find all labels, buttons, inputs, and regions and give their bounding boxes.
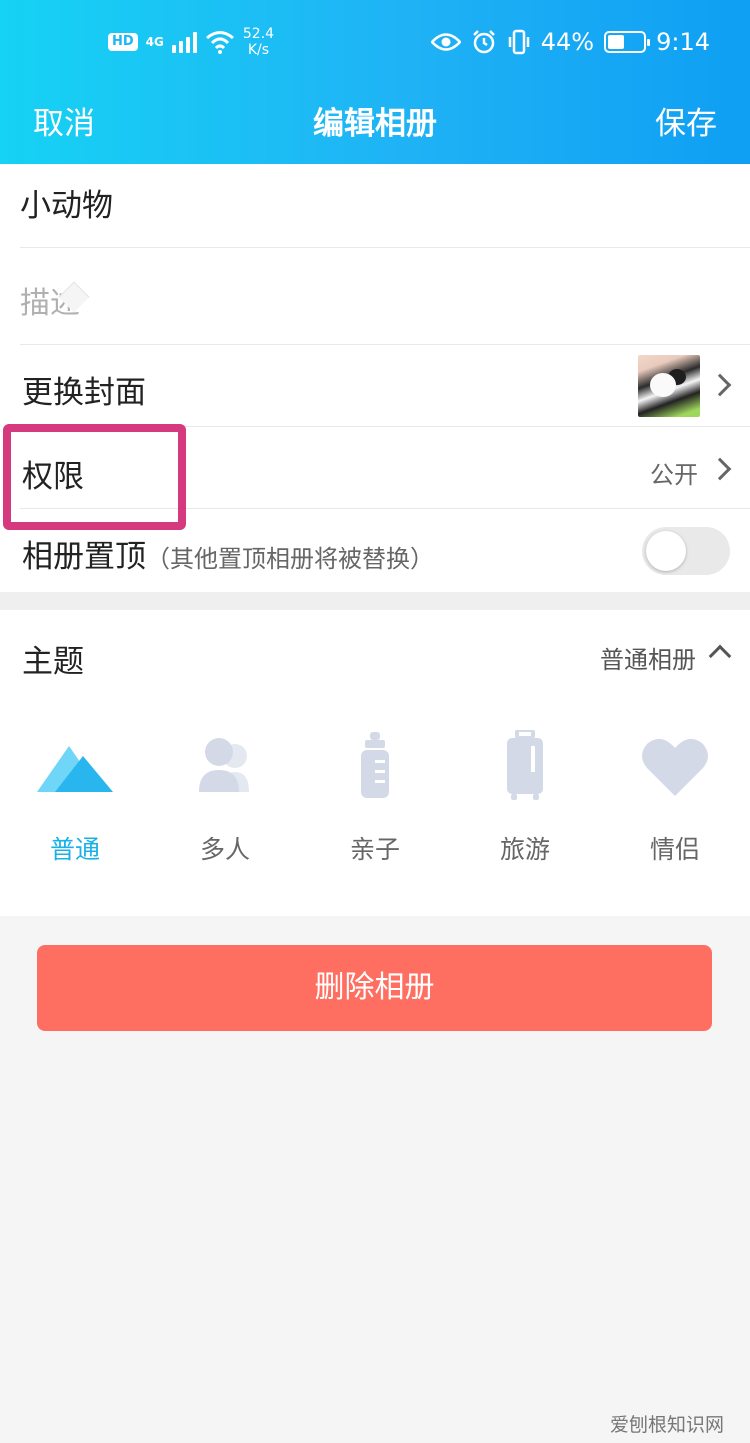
album-name-row bbox=[0, 164, 750, 248]
network-type: 4G bbox=[145, 35, 164, 49]
hd-badge: HD bbox=[108, 33, 138, 51]
theme-option-group[interactable]: 多人 bbox=[150, 730, 300, 866]
vibrate-icon bbox=[508, 29, 529, 55]
delete-album-button[interactable]: 删除相册 bbox=[37, 945, 712, 1031]
baby-bottle-icon bbox=[361, 732, 389, 798]
section-gap bbox=[0, 592, 750, 610]
chevron-right-icon bbox=[708, 457, 732, 481]
theme-option-normal[interactable]: 普通 bbox=[0, 730, 150, 866]
theme-name: 亲子 bbox=[349, 835, 400, 864]
cover-thumbnail bbox=[638, 355, 700, 417]
pin-label-group: 相册置顶（其他置顶相册将被替换） bbox=[22, 531, 434, 576]
status-bar-left: HD 4G 52.4 K/s bbox=[108, 26, 274, 58]
theme-name: 普通 bbox=[49, 835, 100, 864]
alarm-icon bbox=[472, 30, 495, 54]
cover-row[interactable]: 更换封面 bbox=[0, 345, 750, 427]
battery-percent: 44% bbox=[540, 28, 595, 56]
theme-option-travel[interactable]: 旅游 bbox=[450, 730, 600, 866]
eye-icon bbox=[430, 33, 461, 51]
description-row[interactable]: 描述 bbox=[0, 248, 750, 345]
page-title: 编辑相册 bbox=[313, 106, 437, 142]
theme-name: 情侣 bbox=[649, 835, 700, 864]
network-speed: 52.4 K/s bbox=[243, 26, 274, 58]
toggle-knob bbox=[646, 531, 686, 571]
speed-value: 52.4 bbox=[242, 26, 275, 42]
people-icon bbox=[199, 738, 249, 792]
theme-name: 旅游 bbox=[499, 835, 550, 864]
theme-current[interactable]: 普通相册 bbox=[600, 640, 696, 675]
speed-unit: K/s bbox=[247, 42, 270, 58]
theme-label: 主题 bbox=[22, 644, 84, 680]
app-header: HD 4G 52.4 K/s 44% 9:14 取消 编辑相册 保存 bbox=[0, 0, 750, 164]
cover-label: 更换封面 bbox=[22, 375, 146, 411]
theme-option-couple[interactable]: 情侣 bbox=[600, 730, 750, 866]
save-button[interactable]: 保存 bbox=[655, 98, 717, 143]
pin-label: 相册置顶 bbox=[22, 539, 146, 575]
highlight-annotation bbox=[3, 424, 186, 530]
mountain-icon bbox=[37, 746, 113, 792]
watermark: 爱刨根知识网 bbox=[609, 1414, 724, 1436]
pin-toggle[interactable] bbox=[642, 527, 730, 575]
suitcase-icon bbox=[507, 730, 543, 800]
clock: 9:14 bbox=[656, 28, 710, 56]
theme-options: 普通 多人 亲子 旅游 情侣 bbox=[0, 730, 750, 870]
permission-value: 公开 bbox=[650, 461, 698, 489]
signal-icon bbox=[171, 31, 197, 53]
chevron-up-icon[interactable] bbox=[708, 644, 732, 668]
battery-icon bbox=[604, 31, 651, 53]
chevron-right-icon bbox=[708, 373, 732, 397]
album-name-input[interactable] bbox=[20, 184, 720, 220]
pin-hint: （其他置顶相册将被替换） bbox=[146, 545, 434, 573]
theme-option-family[interactable]: 亲子 bbox=[300, 730, 450, 866]
status-bar-right: 44% 9:14 bbox=[430, 28, 710, 56]
theme-name: 多人 bbox=[199, 835, 250, 864]
heart-icon bbox=[642, 738, 708, 796]
theme-section: 主题 普通相册 普通 多人 亲子 旅游 情侣 bbox=[0, 610, 750, 916]
wifi-icon bbox=[205, 31, 234, 54]
